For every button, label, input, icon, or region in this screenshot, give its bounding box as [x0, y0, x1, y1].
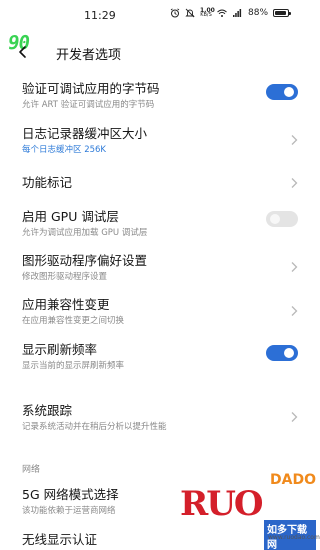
setting-verify-bytecode[interactable]: 验证可调试应用的字节码 允许 ART 验证可调试应用的字节码 — [0, 78, 320, 118]
back-icon[interactable] — [16, 44, 30, 58]
setting-title: 无线显示认证 — [22, 532, 98, 547]
wifi-icon — [217, 8, 227, 18]
mute-icon — [185, 8, 195, 18]
chevron-right-icon — [290, 302, 298, 316]
battery-icon — [273, 9, 292, 17]
watermark-brand-left: RUO — [180, 484, 264, 524]
status-bar: 11:29 1.00 KB/S 88% — [0, 0, 320, 32]
chevron-right-icon — [290, 174, 298, 188]
net-speed-unit: KB/S — [200, 12, 212, 18]
setting-graphics-driver[interactable]: 图形驱动程序偏好设置 修改图形驱动程序设置 — [0, 250, 320, 290]
setting-subtitle: 在应用兼容性变更之间切换 — [22, 316, 125, 326]
toggle-knob — [284, 348, 294, 358]
watermark-url: www.ruodao.com — [268, 534, 320, 541]
net-speed: 1.00 KB/S — [200, 8, 215, 18]
setting-app-compat-changes[interactable]: 应用兼容性变更 在应用兼容性变更之间切换 — [0, 294, 320, 334]
toggle-knob — [270, 214, 280, 224]
setting-subtitle: 记录系统活动并在稍后分析以提升性能 — [22, 422, 167, 432]
setting-title: 功能标记 — [22, 175, 73, 190]
setting-log-buffer-size[interactable]: 日志记录器缓冲区大小 每个日志缓冲区 256K — [0, 123, 320, 163]
gpu-debug-layers-toggle[interactable] — [266, 211, 298, 227]
setting-feature-flags[interactable]: 功能标记 — [0, 172, 320, 202]
section-label-network: 网络 — [22, 465, 41, 475]
setting-show-refresh-rate[interactable]: 显示刷新频率 显示当前的显示屏刷新频率 — [0, 339, 320, 379]
setting-subtitle: 每个日志缓冲区 256K — [22, 145, 107, 155]
header: 开发者选项 — [0, 36, 320, 66]
setting-subtitle: 该功能依赖于运营商网络 — [22, 506, 116, 516]
setting-subtitle: 允许为调试应用加载 GPU 调试层 — [22, 228, 148, 238]
show-refresh-rate-toggle[interactable] — [266, 345, 298, 361]
setting-title: 启用 GPU 调试层 — [22, 209, 119, 224]
setting-system-tracing[interactable]: 系统跟踪 记录系统活动并在稍后分析以提升性能 — [0, 400, 320, 440]
alarm-icon — [170, 8, 180, 18]
watermark-brand-right: DADO — [270, 472, 316, 488]
setting-title: 图形驱动程序偏好设置 — [22, 253, 148, 268]
setting-subtitle: 修改图形驱动程序设置 — [22, 272, 108, 282]
status-icons: 1.00 KB/S 88% — [170, 8, 292, 18]
battery-fill — [275, 11, 286, 15]
page-title: 开发者选项 — [56, 48, 122, 63]
setting-title: 应用兼容性变更 — [22, 297, 110, 312]
setting-title: 系统跟踪 — [22, 403, 73, 418]
watermark-logo: RUO DADO 如多下载网 www.ruodao.com — [176, 468, 320, 550]
signal-icon — [232, 8, 242, 18]
setting-title: 日志记录器缓冲区大小 — [22, 126, 148, 141]
setting-subtitle: 显示当前的显示屏刷新频率 — [22, 361, 125, 371]
setting-subtitle: 允许 ART 验证可调试应用的字节码 — [22, 100, 155, 110]
chevron-right-icon — [290, 258, 298, 272]
setting-title: 显示刷新频率 — [22, 342, 98, 357]
setting-title: 验证可调试应用的字节码 — [22, 81, 160, 96]
setting-gpu-debug-layers[interactable]: 启用 GPU 调试层 允许为调试应用加载 GPU 调试层 — [0, 206, 320, 246]
setting-title: 5G 网络模式选择 — [22, 487, 119, 502]
battery-percent: 88% — [248, 8, 269, 18]
chevron-right-icon — [290, 131, 298, 145]
verify-bytecode-toggle[interactable] — [266, 84, 298, 100]
status-time: 11:29 — [84, 9, 116, 22]
chevron-right-icon — [290, 408, 298, 422]
toggle-knob — [284, 87, 294, 97]
